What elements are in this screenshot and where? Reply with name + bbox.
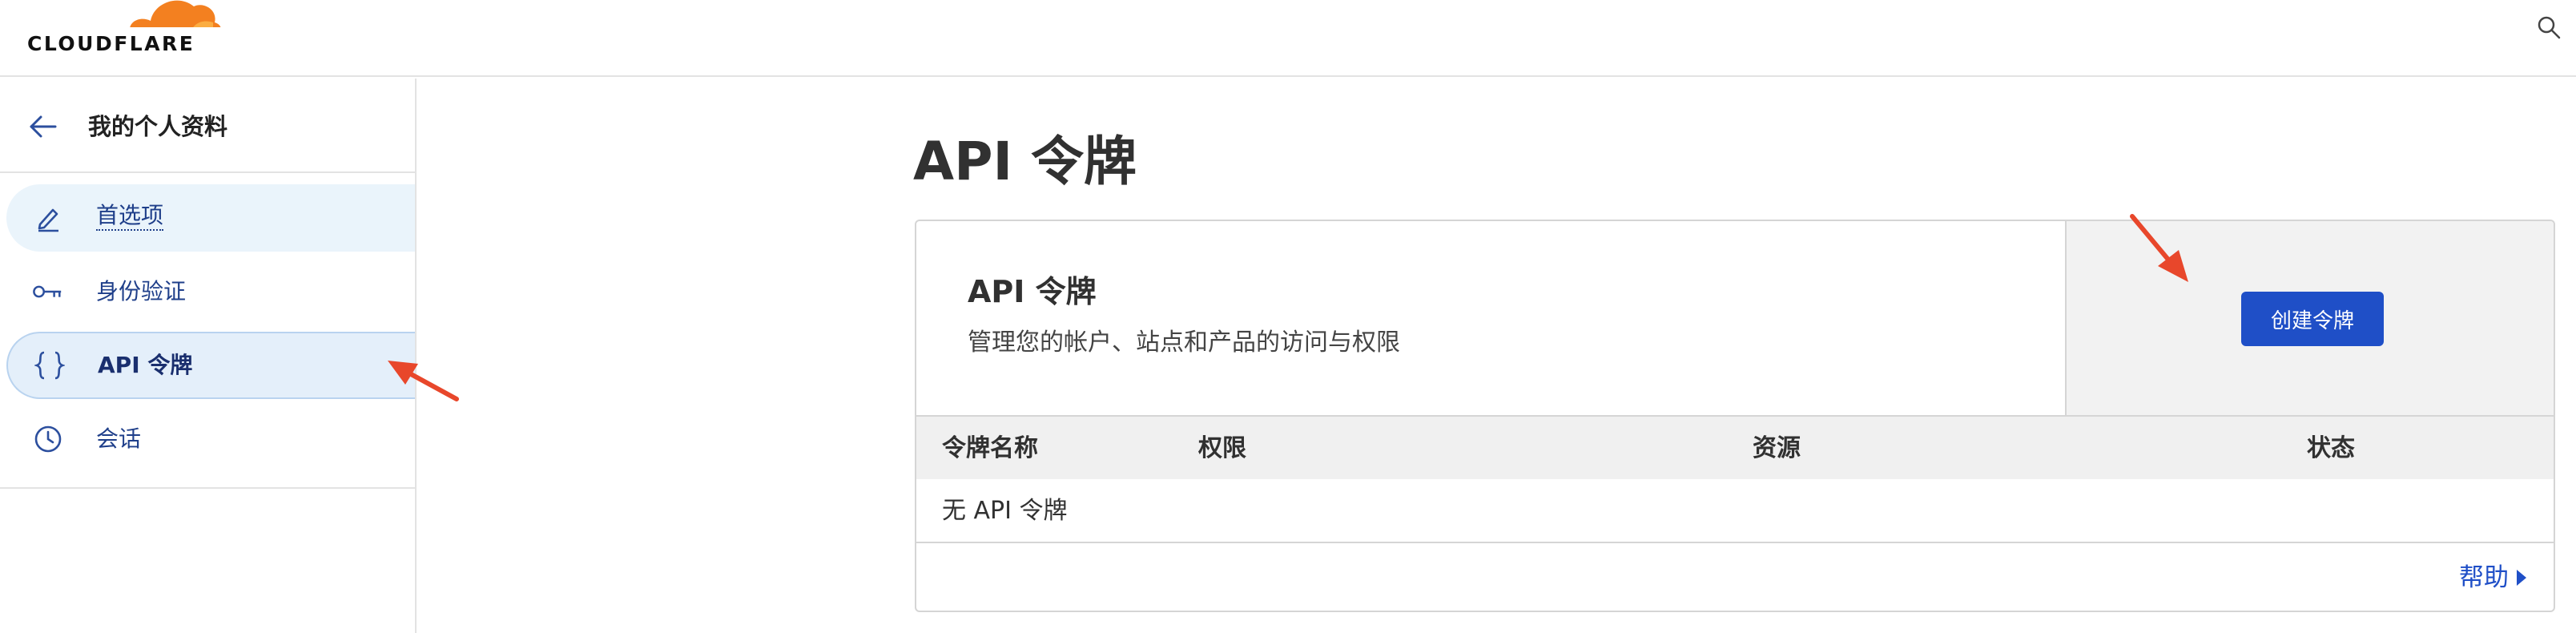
annotation-arrow-create-button bbox=[2130, 214, 2188, 282]
sidebar-item-preferences[interactable]: 首选项 bbox=[6, 184, 415, 252]
column-header-token-name: 令牌名称 bbox=[942, 434, 1038, 462]
sidebar-nav: 首选项 身份验证 API 令牌 会话 bbox=[0, 184, 415, 479]
sidebar-item-label: 会话 bbox=[96, 425, 142, 452]
card-footer: 帮助 bbox=[916, 543, 2554, 611]
column-header-status: 状态 bbox=[2307, 434, 2355, 462]
card-description: 管理您的帐户、站点和产品的访问与权限 bbox=[968, 329, 1400, 357]
tokens-table-empty-row: 无 API 令牌 bbox=[916, 479, 2554, 543]
card-intro: API 令牌 管理您的帐户、站点和产品的访问与权限 bbox=[916, 221, 2065, 415]
top-bar: CLOUDFLARE bbox=[0, 0, 2576, 77]
search-button[interactable] bbox=[2533, 11, 2565, 43]
empty-state-text: 无 API 令牌 bbox=[942, 497, 1068, 525]
sidebar-item-authentication[interactable]: 身份验证 bbox=[6, 258, 415, 325]
pencil-icon bbox=[32, 202, 64, 234]
cloud-icon bbox=[122, 0, 223, 34]
column-header-resources: 资源 bbox=[1753, 434, 1801, 462]
braces-icon bbox=[34, 349, 66, 381]
sidebar-divider bbox=[0, 487, 415, 489]
sidebar-item-label: 首选项 bbox=[96, 202, 164, 231]
arrow-left-icon bbox=[30, 115, 57, 138]
sidebar-header: 我的个人资料 bbox=[0, 79, 415, 173]
back-button[interactable] bbox=[26, 111, 61, 143]
page-title: API 令牌 bbox=[913, 131, 1137, 192]
column-header-permissions: 权限 bbox=[1198, 434, 1246, 462]
help-link[interactable]: 帮助 bbox=[2459, 561, 2528, 595]
sidebar-title: 我的个人资料 bbox=[88, 113, 228, 140]
logo-text: CLOUDFLARE bbox=[27, 32, 195, 55]
sidebar: 我的个人资料 首选项 身份验证 API 令牌 会话 bbox=[0, 79, 417, 633]
clock-icon bbox=[32, 423, 64, 455]
card-title: API 令牌 bbox=[968, 274, 1097, 309]
sidebar-item-label: API 令牌 bbox=[98, 352, 193, 378]
caret-right-icon bbox=[2517, 570, 2526, 586]
sidebar-item-sessions[interactable]: 会话 bbox=[6, 405, 415, 473]
tokens-table-header: 令牌名称 权限 资源 状态 bbox=[916, 415, 2554, 479]
sidebar-item-api-tokens[interactable]: API 令牌 bbox=[6, 332, 415, 399]
cloudflare-logo[interactable]: CLOUDFLARE bbox=[24, 0, 223, 56]
api-tokens-card: API 令牌 管理您的帐户、站点和产品的访问与权限 创建令牌 令牌名称 权限 资… bbox=[915, 220, 2555, 612]
create-token-button[interactable]: 创建令牌 bbox=[2241, 292, 2384, 346]
help-link-label: 帮助 bbox=[2459, 563, 2509, 592]
sidebar-item-label: 身份验证 bbox=[96, 278, 187, 304]
search-icon bbox=[2538, 16, 2561, 39]
annotation-arrow-sidebar bbox=[388, 361, 459, 401]
key-icon bbox=[32, 276, 64, 308]
